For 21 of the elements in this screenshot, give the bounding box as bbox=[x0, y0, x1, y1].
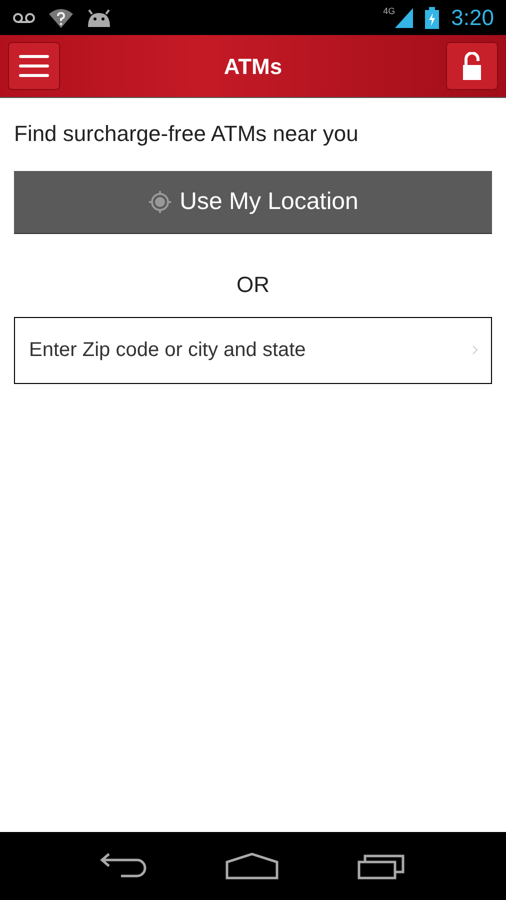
home-icon[interactable] bbox=[225, 852, 279, 880]
clock: 3:20 bbox=[451, 4, 494, 32]
chevron-right-icon bbox=[472, 345, 478, 355]
network-type: 4G bbox=[383, 7, 396, 16]
menu-icon bbox=[19, 54, 49, 78]
or-separator: OR bbox=[236, 271, 270, 299]
signal-icon bbox=[395, 8, 414, 28]
unlocked-padlock-icon bbox=[462, 52, 482, 80]
heading: Find surcharge-free ATMs near you bbox=[14, 120, 360, 148]
screen-title: ATMs bbox=[222, 52, 284, 80]
use-my-location-button[interactable]: Use My Location bbox=[14, 171, 492, 234]
back-icon[interactable] bbox=[99, 852, 147, 880]
wifi-icon bbox=[48, 8, 74, 28]
lock-button[interactable] bbox=[446, 42, 498, 90]
menu-button[interactable] bbox=[8, 42, 60, 90]
android-icon bbox=[86, 8, 112, 26]
location-target-icon bbox=[148, 190, 172, 214]
recent-apps-icon[interactable] bbox=[357, 852, 407, 880]
voicemail-icon bbox=[12, 12, 36, 24]
location-search-field[interactable]: Enter Zip code or city and state bbox=[14, 317, 492, 384]
battery-icon bbox=[425, 6, 440, 28]
